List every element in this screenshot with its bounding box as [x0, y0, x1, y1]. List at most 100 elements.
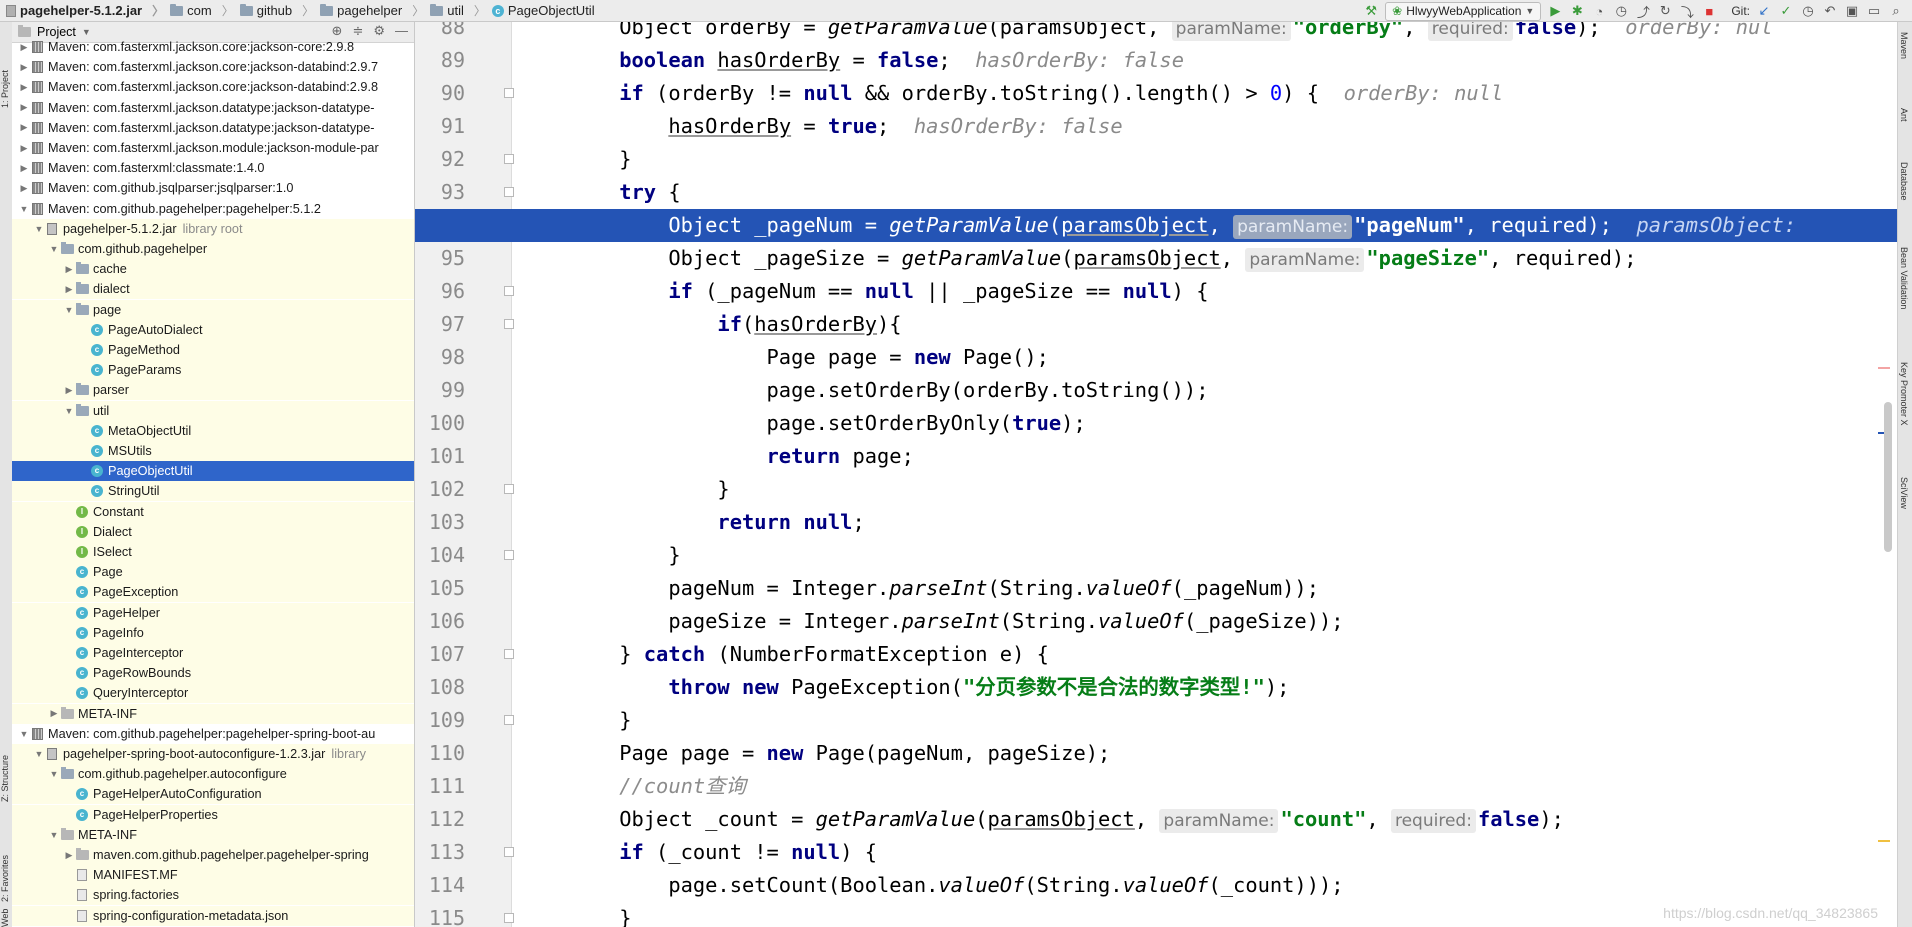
- editor-gutter[interactable]: 8889909192939495969798991001011021031041…: [415, 22, 514, 927]
- line-number[interactable]: 91: [415, 110, 465, 143]
- project-structure-icon[interactable]: ▣: [1844, 3, 1860, 19]
- current-execution-line[interactable]: Object _pageNum = getParamValue(paramsOb…: [415, 209, 1898, 242]
- expanded-arrow-icon[interactable]: ▼: [48, 830, 60, 840]
- line-number[interactable]: 95: [415, 242, 465, 275]
- line-number[interactable]: 96: [415, 275, 465, 308]
- line-number[interactable]: 106: [415, 605, 465, 638]
- collapsed-arrow-icon[interactable]: ▶: [48, 708, 60, 719]
- tree-item[interactable]: spring.factories: [12, 885, 414, 906]
- line-number[interactable]: 112: [415, 803, 465, 836]
- tree-item[interactable]: I ISelect: [12, 542, 414, 562]
- git-commit-icon[interactable]: ✓: [1778, 3, 1794, 19]
- breadcrumb-item[interactable]: c PageObjectUtil: [486, 3, 595, 18]
- line-number[interactable]: 89: [415, 44, 465, 77]
- tree-item[interactable]: c PageAutoDialect: [12, 319, 414, 340]
- tree-item[interactable]: ▶ Maven: com.github.jsqlparser:jsqlparser…: [12, 178, 414, 198]
- tree-item[interactable]: ▶ Maven: com.fasterxml.jackson.core:jacks…: [12, 57, 414, 77]
- tree-item[interactable]: ▶ parser: [12, 380, 414, 401]
- profile-icon[interactable]: ◷: [1613, 3, 1629, 19]
- tree-item[interactable]: ▼ Maven: com.github.pagehelper:pagehelper…: [12, 199, 414, 219]
- code-line[interactable]: page.setCount(Boolean.valueOf(String.val…: [511, 869, 1898, 902]
- tree-item[interactable]: ▼ pagehelper-5.1.2.jar library root: [12, 218, 414, 239]
- tree-item[interactable]: c MetaObjectUtil: [12, 420, 414, 441]
- tree-item[interactable]: c PageException: [12, 582, 414, 603]
- tree-item[interactable]: ▶ Maven: com.fasterxml.jackson.datatype:j…: [12, 98, 414, 118]
- line-number[interactable]: 114: [415, 869, 465, 902]
- line-number[interactable]: 103: [415, 506, 465, 539]
- collapsed-arrow-icon[interactable]: ▶: [63, 385, 75, 396]
- run-configuration-select[interactable]: ❀ HlwyyWebApplication ▼: [1385, 1, 1542, 21]
- line-number[interactable]: 102: [415, 473, 465, 506]
- code-line[interactable]: //count查询: [511, 770, 1898, 803]
- tree-item[interactable]: c PageInterceptor: [12, 643, 414, 663]
- tree-item[interactable]: ▶ Maven: com.fasterxml.jackson.module:jac…: [12, 138, 414, 158]
- tree-item[interactable]: ▶ cache: [12, 259, 414, 280]
- breadcrumb-item[interactable]: github 〉: [234, 2, 314, 19]
- line-number[interactable]: 97: [415, 308, 465, 341]
- code-line[interactable]: } catch (NumberFormatException e) {: [511, 638, 1898, 671]
- code-line[interactable]: try {: [511, 176, 1898, 209]
- expanded-arrow-icon[interactable]: ▼: [48, 244, 60, 254]
- chevron-down-icon[interactable]: ▼: [82, 27, 91, 37]
- collapsed-arrow-icon[interactable]: ▶: [63, 850, 75, 861]
- vertical-scrollbar[interactable]: [1884, 402, 1892, 552]
- line-number[interactable]: 100: [415, 407, 465, 440]
- run-icon[interactable]: ▶: [1547, 3, 1563, 19]
- tree-item[interactable]: c PageHelperProperties: [12, 804, 414, 825]
- code-line[interactable]: throw new PageException("分页参数不是合法的数字类型!"…: [511, 671, 1898, 704]
- line-number[interactable]: 88: [415, 22, 465, 44]
- build-hammer-icon[interactable]: ⚒: [1363, 3, 1379, 19]
- expanded-arrow-icon[interactable]: ▼: [63, 305, 75, 315]
- tree-item[interactable]: c PageMethod: [12, 340, 414, 360]
- tool-tab-project[interactable]: 1: Project: [0, 28, 12, 108]
- collapsed-arrow-icon[interactable]: ▶: [63, 284, 75, 295]
- tool-tab-structure[interactable]: Z: Structure: [0, 722, 12, 802]
- tree-item[interactable]: ▶ Maven: com.fasterxml:classmate:1.4.0: [12, 158, 414, 178]
- attach-debugger-icon[interactable]: ⤴: [1635, 2, 1651, 21]
- tree-item[interactable]: ▼ Maven: com.github.pagehelper:pagehelper…: [12, 724, 414, 744]
- collapsed-arrow-icon[interactable]: ▶: [63, 264, 75, 275]
- code-line[interactable]: if(hasOrderBy){: [511, 308, 1898, 341]
- tree-item[interactable]: ▼ com.github.pagehelper: [12, 239, 414, 259]
- code-line[interactable]: }: [511, 473, 1898, 506]
- breadcrumb-item[interactable]: pagehelper 〉: [314, 2, 424, 19]
- expanded-arrow-icon[interactable]: ▼: [18, 204, 30, 214]
- git-update-icon[interactable]: ↙: [1756, 3, 1772, 19]
- debug-icon[interactable]: ✱: [1569, 3, 1585, 19]
- code-line[interactable]: }: [511, 539, 1898, 572]
- tree-item[interactable]: I Dialect: [12, 521, 414, 542]
- tree-item[interactable]: MANIFEST.MF: [12, 865, 414, 886]
- tree-item[interactable]: ▶ Maven: com.fasterxml.jackson.core:jacks…: [12, 77, 414, 97]
- line-number[interactable]: 109: [415, 704, 465, 737]
- line-number[interactable]: 108: [415, 671, 465, 704]
- code-line[interactable]: page.setOrderBy(orderBy.toString());: [511, 374, 1898, 407]
- code-area[interactable]: Object orderBy = getParamValue(paramsObj…: [415, 22, 1898, 927]
- code-line[interactable]: boolean hasOrderBy = false; hasOrderBy: …: [511, 44, 1898, 77]
- expanded-arrow-icon[interactable]: ▼: [18, 729, 30, 739]
- line-number[interactable]: 90: [415, 77, 465, 110]
- code-line[interactable]: page.setOrderByOnly(true);: [511, 407, 1898, 440]
- code-line[interactable]: }: [511, 143, 1898, 176]
- resume-icon[interactable]: ⤵: [1679, 2, 1695, 21]
- tree-item[interactable]: ▶ Maven: com.fasterxml.jackson.datatype:j…: [12, 118, 414, 138]
- line-number[interactable]: 110: [415, 737, 465, 770]
- tree-item[interactable]: ▼ com.github.pagehelper.autoconfigure: [12, 764, 414, 785]
- tree-item[interactable]: c Page: [12, 562, 414, 583]
- tree-item[interactable]: c PageInfo: [12, 622, 414, 643]
- expanded-arrow-icon[interactable]: ▼: [63, 406, 75, 416]
- tree-item[interactable]: c StringUtil: [12, 481, 414, 502]
- breadcrumb-item[interactable]: com 〉: [164, 2, 234, 19]
- code-line[interactable]: }: [511, 704, 1898, 737]
- coverage-icon[interactable]: ◔: [1591, 4, 1607, 19]
- tool-tab-maven[interactable]: Maven: [1899, 32, 1909, 59]
- tool-tab-bean-validation[interactable]: Bean Validation: [1899, 247, 1909, 309]
- code-line[interactable]: Page page = new Page(pageNum, pageSize);: [511, 737, 1898, 770]
- tool-tab-sciview[interactable]: SciView: [1899, 477, 1909, 509]
- error-stripe-mark[interactable]: [1878, 367, 1890, 369]
- warning-stripe-mark[interactable]: [1878, 840, 1890, 842]
- code-editor[interactable]: 8889909192939495969798991001011021031041…: [415, 22, 1898, 927]
- layout-icon[interactable]: ▭: [1866, 3, 1882, 19]
- collapsed-arrow-icon[interactable]: ▶: [18, 62, 30, 73]
- tree-item[interactable]: ▼ META-INF: [12, 824, 414, 845]
- collapsed-arrow-icon[interactable]: ▶: [18, 163, 30, 174]
